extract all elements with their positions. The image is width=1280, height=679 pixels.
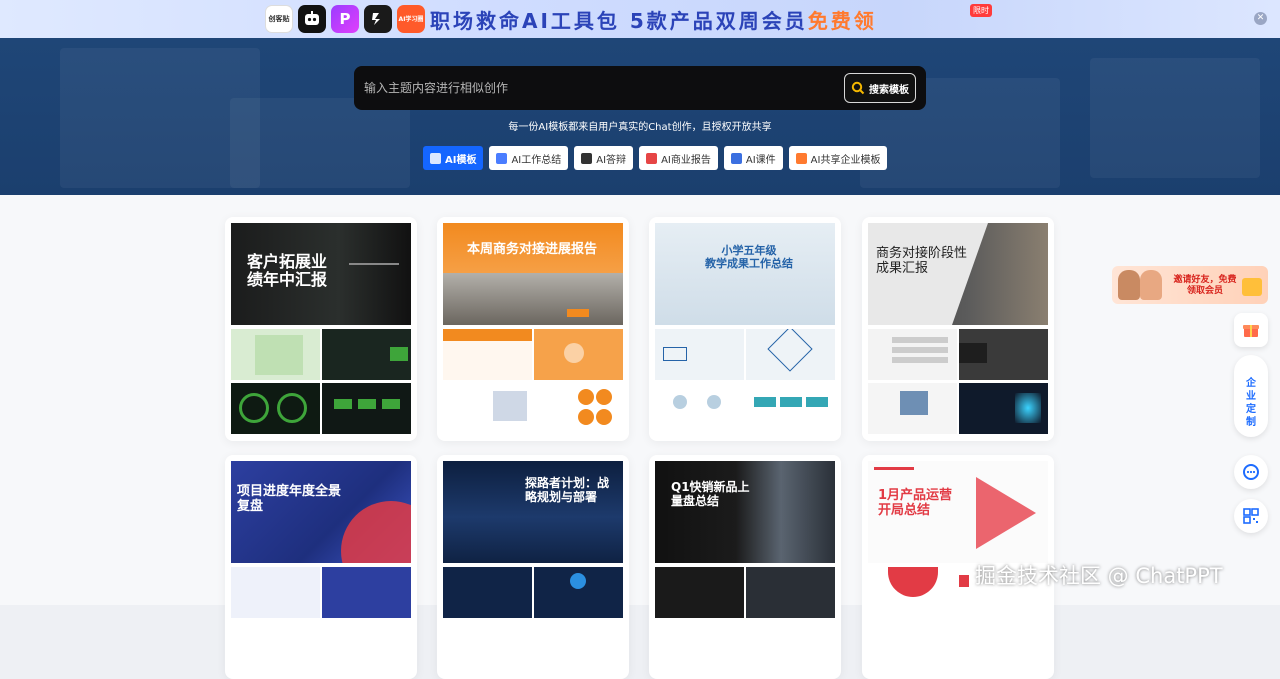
- template-thumbnail: [534, 567, 623, 618]
- template-thumbnail: [746, 329, 835, 380]
- template-thumbnail: [655, 329, 744, 380]
- tab-ai-business-report[interactable]: AI商业报告: [639, 146, 718, 170]
- category-tabs: AI模板 AI工作总结 AI答辩 AI商业报告 AI课件 AI共享企业模板: [423, 146, 888, 170]
- app-icon-s[interactable]: [364, 5, 392, 33]
- gift-button[interactable]: [1234, 313, 1268, 347]
- template-cover: 1月产品运营 开局总结: [868, 461, 1048, 563]
- template-card[interactable]: 探路者计划：战 略规划与部署: [437, 455, 629, 679]
- template-cover: 商务对接阶段性 成果汇报: [868, 223, 1048, 325]
- template-title: 1月产品运营 开局总结: [878, 488, 953, 518]
- app-icon-ai-circle[interactable]: AI学习圈: [397, 5, 425, 33]
- template-thumbnail: [868, 567, 957, 618]
- template-thumbnail: [231, 383, 320, 434]
- tab-ai-defense[interactable]: AI答辩: [574, 146, 634, 170]
- template-thumbnail: [655, 567, 744, 618]
- template-thumbnail: [443, 567, 532, 618]
- template-title: Q1快销新品上 量盘总结: [671, 480, 750, 508]
- person-illustration: [1118, 270, 1140, 300]
- gift-icon: [1243, 325, 1259, 337]
- template-title: 商务对接阶段性 成果汇报: [876, 246, 968, 276]
- template-card[interactable]: 小学五年级 教学成果工作总结: [649, 217, 841, 441]
- template-thumbnail: [746, 383, 835, 434]
- template-thumbnail: [959, 383, 1048, 434]
- tab-ai-courseware[interactable]: AI课件: [723, 146, 783, 170]
- app-icon-chuangketie[interactable]: 创客贴: [265, 5, 293, 33]
- gift-icon: [1242, 278, 1262, 296]
- template-thumbnail: [534, 329, 623, 380]
- template-thumbnail: [443, 329, 532, 380]
- template-thumbnail: [959, 329, 1048, 380]
- graduation-cap-icon: [581, 152, 593, 164]
- template-cover: 小学五年级 教学成果工作总结: [655, 223, 835, 325]
- tab-ai-work-summary[interactable]: AI工作总结: [489, 146, 569, 170]
- person-illustration: [1140, 270, 1162, 300]
- tab-ai-template[interactable]: AI模板: [423, 146, 484, 170]
- template-thumbnail: [322, 383, 411, 434]
- search-bar: 搜索模板: [354, 66, 926, 110]
- template-card[interactable]: 本周商务对接进展报告: [437, 217, 629, 441]
- template-cover: 探路者计划：战 略规划与部署: [443, 461, 623, 563]
- report-icon: [646, 152, 658, 164]
- search-button[interactable]: 搜索模板: [844, 73, 916, 103]
- book-icon: [730, 152, 742, 164]
- template-thumbnail: [443, 383, 532, 434]
- template-cover: Q1快销新品上 量盘总结: [655, 461, 835, 563]
- template-cover: 本周商务对接进展报告: [443, 223, 623, 325]
- template-thumbnail: [534, 383, 623, 434]
- tab-ai-enterprise-template[interactable]: AI共享企业模板: [788, 146, 888, 170]
- template-cover: 客户拓展业 绩年中汇报: [231, 223, 411, 325]
- template-title: 小学五年级 教学成果工作总结: [705, 244, 793, 270]
- app-icon-p[interactable]: P: [331, 5, 359, 33]
- customer-service-button[interactable]: [1234, 455, 1268, 489]
- template-title: 本周商务对接进展报告: [467, 242, 598, 257]
- enterprise-icon: [795, 152, 807, 164]
- template-thumbnail: [868, 383, 957, 434]
- template-thumbnail: [322, 329, 411, 380]
- tagline: 每一份AI模板都来自用户真实的Chat创作，且授权开放共享: [508, 122, 772, 133]
- search-input[interactable]: [364, 76, 824, 100]
- watermark: 掘金技术社区 @ ChatPPT: [975, 564, 1223, 588]
- template-card[interactable]: 项目进度年度全景 复盘: [225, 455, 417, 679]
- template-thumbnail: [868, 329, 957, 380]
- promo-badge: 限时: [970, 4, 992, 17]
- template-thumbnail: [231, 329, 320, 380]
- close-icon[interactable]: ✕: [1254, 12, 1267, 25]
- template-title: 客户拓展业 绩年中汇报: [247, 252, 328, 290]
- search-icon: [851, 81, 865, 95]
- enterprise-custom-button[interactable]: 企业定制: [1234, 355, 1268, 437]
- summary-icon: [496, 152, 508, 164]
- template-thumbnail: [231, 567, 320, 618]
- template-card[interactable]: 客户拓展业 绩年中汇报: [225, 217, 417, 441]
- template-title: 项目进度年度全景 复盘: [237, 484, 342, 514]
- invite-friends-banner[interactable]: 邀请好友，免费领取会员: [1112, 266, 1268, 304]
- qr-code-button[interactable]: [1234, 499, 1268, 533]
- promo-headline[interactable]: 职场救命AI工具包 5款产品双周会员免费领: [430, 5, 877, 34]
- chat-icon: [1243, 464, 1259, 480]
- background-decoration: [230, 98, 410, 188]
- template-cover: 项目进度年度全景 复盘: [231, 461, 411, 563]
- hero-section: 搜索模板 每一份AI模板都来自用户真实的Chat创作，且授权开放共享 AI模板 …: [0, 38, 1280, 195]
- template-thumbnail: [322, 567, 411, 618]
- template-card[interactable]: 商务对接阶段性 成果汇报: [862, 217, 1054, 441]
- template-card[interactable]: Q1快销新品上 量盘总结: [649, 455, 841, 679]
- robot-icon[interactable]: [298, 5, 326, 33]
- qr-code-icon: [1243, 508, 1259, 524]
- template-gallery: 客户拓展业 绩年中汇报 本周商务对接进展报告 小学五年级 教学成果工作总结 商务…: [0, 195, 1280, 679]
- template-title: 探路者计划：战 略规划与部署: [525, 476, 610, 504]
- template-thumbnail: [655, 383, 744, 434]
- template-thumbnail: [746, 567, 835, 618]
- promo-banner[interactable]: 创客贴 P AI学习圈 职场救命AI工具包 5款产品双周会员免费领 限时 ✕: [0, 0, 1280, 38]
- template-icon: [430, 152, 441, 164]
